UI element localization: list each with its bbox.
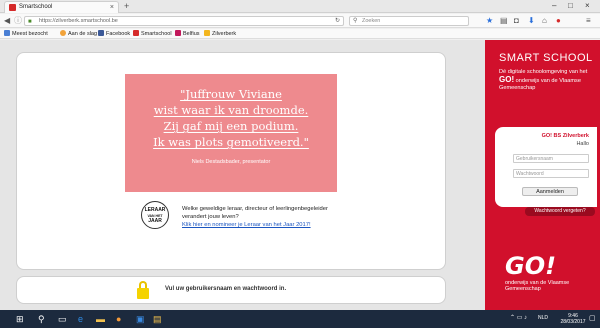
password-field[interactable]: Wachtwoord — [513, 169, 589, 178]
notifications-icon[interactable]: ▢ — [589, 313, 596, 325]
file-explorer-icon[interactable]: ▬ — [96, 313, 105, 325]
leraar-van-het-jaar-logo: LERAAR VAN HET JAAR — [141, 201, 169, 229]
bookmark-facebook[interactable]: Facebook — [98, 29, 130, 39]
zilverberk-icon — [204, 30, 210, 36]
bookmark-star-icon[interactable]: ★ — [486, 16, 493, 26]
tab-strip: Smartschool × + – □ × — [0, 0, 600, 13]
smartschool-icon — [133, 30, 139, 36]
reload-icon[interactable]: ↻ — [335, 17, 340, 25]
search-placeholder: Zoeken — [362, 18, 381, 24]
minimize-button[interactable]: – — [552, 0, 556, 12]
tray-icons[interactable]: ⌃ ▭ ♪ — [510, 315, 527, 322]
language-indicator[interactable]: NLD — [538, 315, 548, 322]
back-icon[interactable]: ◀ — [4, 16, 10, 26]
bookmark-meest-bezocht[interactable]: Meest bezocht — [4, 29, 48, 39]
search-input[interactable]: ⚲ Zoeken — [349, 16, 469, 26]
smartschool-favicon-icon — [9, 4, 16, 11]
login-notice-panel: Vul uw gebruikersnaam en wachtwoord in. — [16, 276, 446, 304]
login-form: GO! BS Zilverberk Hallo Gebruikersnaam W… — [495, 127, 597, 207]
tagline: Dé digitale schoolomgeving van het GO! o… — [499, 69, 588, 91]
library-icon[interactable]: ▤ — [500, 16, 508, 26]
page-content: "Juffrouw Viviane wist waar ik van droom… — [0, 40, 600, 310]
windows-start-icon[interactable]: ⊞ — [16, 313, 24, 325]
padlock-icon — [137, 281, 149, 299]
go-logo: GO! — [505, 252, 557, 280]
lock-icon: ■ — [28, 19, 32, 25]
quote-line: Zij gaf mij een podium. — [163, 119, 299, 133]
home-icon[interactable]: ⌂ — [542, 16, 547, 26]
store-icon[interactable]: ▣ — [136, 313, 145, 325]
quote-author: Niels Destadsbader, presentator — [191, 159, 271, 165]
quote-banner[interactable]: "Juffrouw Viviane wist waar ik van droom… — [125, 74, 337, 192]
clock[interactable]: 9:46 28/03/2017 — [558, 313, 588, 325]
tab-title: Smartschool — [19, 4, 53, 10]
school-name: GO! BS Zilverberk — [541, 133, 589, 139]
firefox-taskbar-icon[interactable]: ● — [116, 313, 121, 325]
close-tab-icon[interactable]: × — [110, 2, 114, 13]
quote-line: "Juffrouw Viviane — [180, 87, 282, 101]
username-field[interactable]: Gebruikersnaam — [513, 154, 589, 163]
app-icon[interactable]: ▤ — [153, 313, 162, 325]
edge-icon[interactable]: e — [78, 313, 83, 325]
quote-line: wist waar ik van droomde. — [153, 103, 309, 117]
search-icon: ⚲ — [353, 18, 358, 24]
pocket-icon[interactable]: ◘ — [514, 16, 519, 26]
facebook-icon — [98, 30, 104, 36]
login-notice-text: Vul uw gebruikersnaam en wachtwoord in. — [165, 286, 287, 292]
login-sidebar: SMART SCHOOL Dé digitale schoolomgeving … — [485, 40, 600, 310]
navigation-bar: ◀ ⓘ ■ https://zilverberk.smartschool.be … — [0, 14, 600, 28]
bookmark-zilverberk[interactable]: Zilverberk — [204, 29, 236, 39]
news-panel: "Juffrouw Viviane wist waar ik van droom… — [16, 52, 446, 270]
task-view-icon[interactable]: ▭ — [58, 313, 67, 325]
go-tagline: onderwijs van de Vlaamse Gemeenschap — [505, 280, 570, 292]
info-icon[interactable]: ⓘ — [14, 16, 22, 26]
nominate-link[interactable]: Klik hier en nomineer je Leraar van het … — [182, 222, 311, 228]
menu-icon[interactable]: ≡ — [586, 16, 591, 26]
smartschool-logo: SMART SCHOOL — [499, 52, 593, 64]
address-bar[interactable]: ■ https://zilverberk.smartschool.be ↻ — [24, 16, 344, 26]
forgot-password-button[interactable]: Wachtwoord vergeten? — [525, 207, 595, 216]
tab-smartschool[interactable]: Smartschool × — [4, 1, 119, 13]
bookmark-smartschool[interactable]: Smartschool — [133, 29, 172, 39]
bookmark-belfius[interactable]: Belfius — [175, 29, 200, 39]
promo-text: Welke geweldige leraar, directeur of lee… — [182, 205, 352, 229]
bookmarks-bar: Meest bezocht Aan de slag Facebook Smart… — [0, 29, 600, 39]
taskbar: ⊞ ⚲ ▭ e ▬ ● ▣ ▤ ⌃ ▭ ♪ NLD 9:46 28/03/201… — [0, 310, 600, 328]
download-icon[interactable]: ⬇ — [528, 16, 535, 26]
maximize-button[interactable]: □ — [568, 0, 573, 12]
search-icon[interactable]: ⚲ — [38, 313, 45, 325]
firefox-icon — [60, 30, 66, 36]
signin-button[interactable]: Aanmelden — [522, 187, 578, 196]
close-window-button[interactable]: × — [585, 0, 590, 12]
quote-line: Ik was plots gemotiveerd." — [153, 135, 309, 149]
bookmark-aan-de-slag[interactable]: Aan de slag — [60, 29, 97, 39]
folder-icon — [4, 30, 10, 36]
new-tab-button[interactable]: + — [124, 0, 129, 12]
url-text: https://zilverberk.smartschool.be — [39, 18, 118, 24]
promo-question: Welke geweldige leraar, directeur of lee… — [182, 206, 328, 220]
greeting: Hallo — [576, 141, 589, 147]
addon-icon[interactable]: ● — [556, 16, 561, 26]
belfius-icon — [175, 30, 181, 36]
